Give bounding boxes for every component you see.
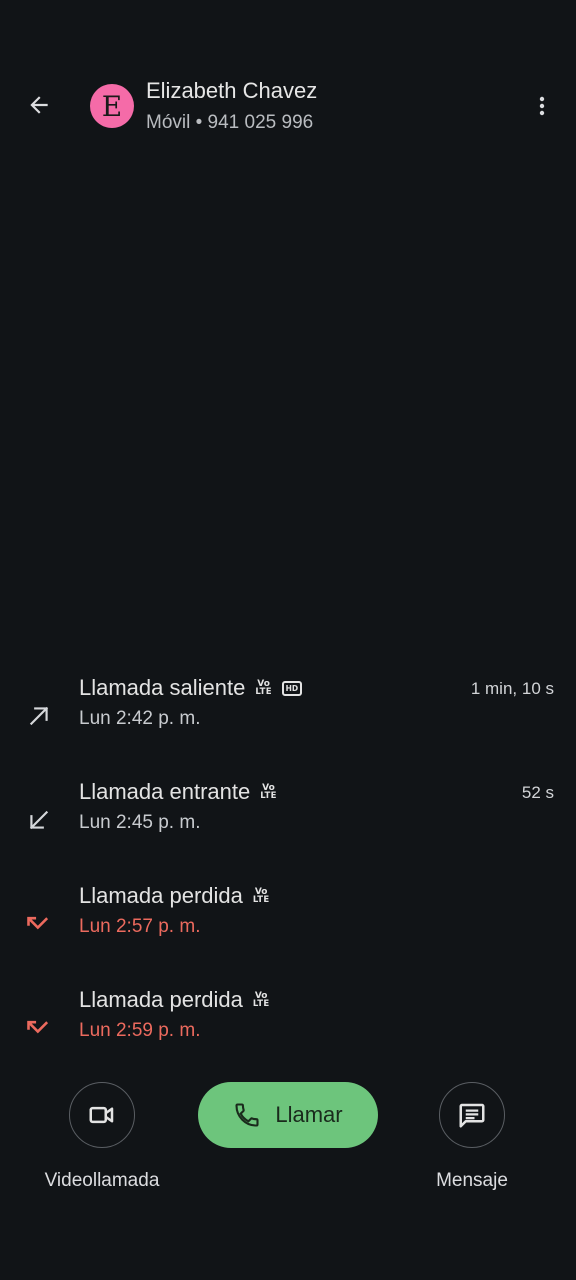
call-direction-icon-wrap: [22, 907, 56, 941]
call-duration: 52 s: [521, 783, 554, 802]
call-type-row: Llamada perdida Vo LTE: [79, 985, 269, 1015]
call-button[interactable]: Llamar: [198, 1082, 378, 1148]
call-type-row: Llamada saliente Vo LTE HD: [79, 673, 302, 703]
call-log-item[interactable]: Llamada perdida Vo LTE Lun 2:59 p. m.: [0, 985, 576, 1089]
call-time: Lun 2:42 p. m.: [79, 708, 201, 729]
message-icon: [459, 1103, 485, 1128]
avatar[interactable]: E: [90, 84, 134, 128]
call-duration: 1 min, 10 s: [470, 679, 554, 698]
contact-name: Elizabeth Chavez: [146, 78, 318, 103]
call-direction-icon-wrap: [22, 699, 56, 733]
volte-icon: Vo LTE: [255, 679, 272, 697]
call-received-icon: [29, 810, 49, 830]
videocam-icon: [89, 1106, 114, 1124]
call-log-item[interactable]: Llamada perdida Vo LTE Lun 2:57 p. m.: [0, 881, 576, 985]
call-made-icon: [29, 706, 49, 726]
call-type-label: Llamada perdida: [79, 987, 243, 1012]
call-type-row: Llamada perdida Vo LTE: [79, 881, 269, 911]
avatar-letter: E: [101, 89, 123, 123]
call-time: Lun 2:57 p. m.: [79, 916, 201, 937]
volte-icon: Vo LTE: [252, 887, 270, 905]
volte-icon: Vo LTE: [252, 991, 270, 1009]
more-options-button[interactable]: [522, 86, 562, 126]
call-missed-icon: [27, 1020, 49, 1034]
call-time: Lun 2:45 p. m.: [79, 812, 201, 833]
more-vert-icon: [539, 96, 545, 116]
call-time: Lun 2:59 p. m.: [79, 1020, 201, 1041]
phone-icon: [235, 1103, 259, 1127]
hd-icon: HD: [281, 680, 302, 696]
video-call-label: Videollamada: [44, 1170, 160, 1191]
call-type-label: Llamada entrante: [79, 779, 251, 804]
volte-icon: Vo LTE: [260, 783, 277, 801]
call-type-label: Llamada saliente: [79, 675, 246, 700]
message-label: Mensaje: [436, 1170, 508, 1191]
call-type-label: Llamada perdida: [79, 883, 243, 908]
call-direction-icon-wrap: [22, 1011, 56, 1045]
call-log-item[interactable]: Llamada saliente Vo LTE HD Lun 2:42 p. m.…: [0, 673, 576, 777]
call-button-label: Llamar: [275, 1102, 343, 1127]
call-log-item[interactable]: Llamada entrante Vo LTE Lun 2:45 p. m. 52…: [0, 777, 576, 881]
back-button[interactable]: [18, 84, 60, 126]
arrow-back-icon: [30, 96, 48, 114]
call-direction-icon-wrap: [22, 803, 56, 837]
message-button[interactable]: [439, 1082, 505, 1148]
video-call-button[interactable]: [69, 1082, 135, 1148]
call-missed-icon: [27, 916, 49, 930]
call-type-row: Llamada entrante Vo LTE: [79, 777, 277, 807]
contact-phone: Móvil • 941 025 996: [146, 112, 314, 133]
contact-header: E Elizabeth Chavez Móvil • 941 025 996: [0, 0, 576, 170]
